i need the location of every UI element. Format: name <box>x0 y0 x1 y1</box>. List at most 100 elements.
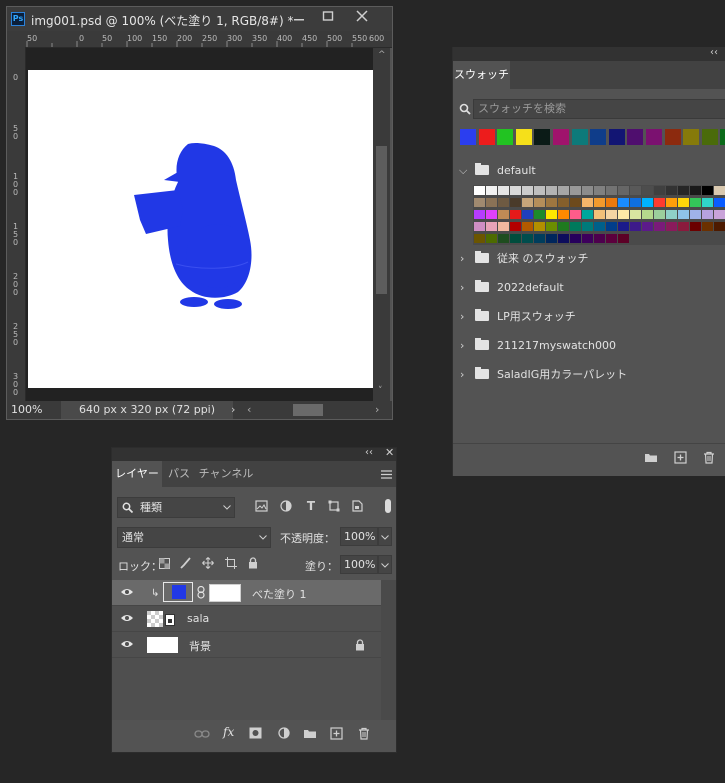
swatch-cell[interactable] <box>690 210 701 219</box>
swatch-cell[interactable] <box>594 198 605 207</box>
swatch-cell[interactable] <box>546 186 557 195</box>
swatch-cell[interactable] <box>498 198 509 207</box>
vertical-scroll-thumb[interactable] <box>376 146 387 294</box>
trash-icon[interactable] <box>703 451 715 464</box>
swatch-cell[interactable] <box>690 222 701 231</box>
scroll-up-icon[interactable]: ^ <box>378 50 386 60</box>
swatch-cell[interactable] <box>474 186 485 195</box>
swatch-cell[interactable] <box>522 198 533 207</box>
swatch-cell[interactable] <box>714 198 725 207</box>
chevron-right-icon[interactable]: › <box>460 244 464 273</box>
link-layers-icon[interactable] <box>194 729 210 739</box>
layer-filter-kind-select[interactable]: 種類 <box>117 497 235 518</box>
layers-scrollbar[interactable] <box>381 580 396 735</box>
layer-name[interactable]: べた塗り 1 <box>252 586 307 602</box>
tab-layers[interactable]: レイヤー <box>112 461 162 487</box>
visibility-eye-icon[interactable] <box>120 587 134 597</box>
document-titlebar[interactable]: Ps img001.psd @ 100% (べた塗り 1, RGB/8#) * <box>7 7 392 31</box>
scroll-right-icon[interactable]: › <box>375 403 379 416</box>
swatch-cell[interactable] <box>534 186 545 195</box>
swatch-cell[interactable] <box>570 234 581 243</box>
swatch-cell[interactable] <box>630 210 641 219</box>
trash-icon[interactable] <box>358 727 370 740</box>
close-button[interactable] <box>347 7 377 31</box>
swatch-cell[interactable] <box>666 198 677 207</box>
vertical-scrollbar[interactable]: ^ ˅ <box>373 48 390 401</box>
swatch-cell[interactable] <box>534 234 545 243</box>
recent-color-swatch[interactable] <box>627 129 644 145</box>
swatch-cell[interactable] <box>678 186 689 195</box>
chevron-right-icon[interactable]: › <box>460 360 464 389</box>
swatch-cell[interactable] <box>678 222 689 231</box>
recent-color-swatch[interactable] <box>478 129 495 145</box>
swatch-cell[interactable] <box>618 198 629 207</box>
swatch-group-lp[interactable]: › LP用スウォッチ <box>453 302 725 331</box>
swatch-cell[interactable] <box>630 198 641 207</box>
swatch-cell[interactable] <box>654 198 665 207</box>
zoom-level[interactable]: 100% <box>11 403 51 417</box>
recent-color-swatch[interactable] <box>571 129 588 145</box>
swatch-cell[interactable] <box>630 186 641 195</box>
swatch-cell[interactable] <box>618 210 629 219</box>
swatch-cell[interactable] <box>594 222 605 231</box>
layer-style-fx-icon[interactable]: fx <box>223 725 234 739</box>
swatch-cell[interactable] <box>558 222 569 231</box>
swatch-cell[interactable] <box>570 222 581 231</box>
layer-name[interactable]: sala <box>187 612 209 625</box>
opacity-dropdown-button[interactable] <box>378 527 392 546</box>
swatch-cell[interactable] <box>594 210 605 219</box>
chevron-right-icon[interactable]: › <box>460 273 464 302</box>
swatch-cell[interactable] <box>678 198 689 207</box>
recent-color-swatch[interactable] <box>608 129 625 145</box>
swatch-cell[interactable] <box>582 210 593 219</box>
info-arrow-icon[interactable]: › <box>231 403 235 416</box>
swatch-cell[interactable] <box>522 234 533 243</box>
collapse-icon[interactable]: ‹‹ <box>710 47 718 58</box>
swatch-cell[interactable] <box>702 210 713 219</box>
swatch-cell[interactable] <box>642 198 653 207</box>
swatch-cell[interactable] <box>534 198 545 207</box>
swatch-cell[interactable] <box>690 198 701 207</box>
swatch-cell[interactable] <box>534 210 545 219</box>
adjustment-layer-icon[interactable] <box>278 727 290 739</box>
new-layer-icon[interactable] <box>330 727 343 740</box>
swatch-cell[interactable] <box>582 198 593 207</box>
scroll-left-icon[interactable]: ‹ <box>247 403 251 416</box>
type-layer-filter-icon[interactable]: T <box>303 499 319 513</box>
layer-mask-thumbnail[interactable] <box>209 584 241 602</box>
new-group-folder-icon[interactable] <box>644 452 658 463</box>
pixel-layer-filter-icon[interactable] <box>255 500 268 512</box>
transparent-thumbnail[interactable] <box>147 611 163 627</box>
new-group-folder-icon[interactable] <box>303 728 317 739</box>
swatch-cell[interactable] <box>558 198 569 207</box>
minimize-button[interactable] <box>284 7 314 31</box>
swatch-cell[interactable] <box>474 210 485 219</box>
document-info[interactable]: 640 px x 320 px (72 ppi) <box>61 401 233 419</box>
swatch-cell[interactable] <box>570 210 581 219</box>
document-canvas[interactable] <box>28 70 373 388</box>
swatch-cell[interactable] <box>606 186 617 195</box>
swatch-cell[interactable] <box>582 186 593 195</box>
fill-dropdown-button[interactable] <box>378 555 392 574</box>
swatch-cell[interactable] <box>498 186 509 195</box>
panel-topstrip[interactable]: ‹‹ ✕ <box>112 446 396 461</box>
swatch-search-input[interactable]: スウォッチを検索 <box>473 99 725 119</box>
visibility-eye-icon[interactable] <box>120 639 134 649</box>
swatch-cell[interactable] <box>702 186 713 195</box>
swatch-cell[interactable] <box>654 186 665 195</box>
swatch-cell[interactable] <box>714 210 725 219</box>
swatch-cell[interactable] <box>618 234 629 243</box>
lock-all-icon[interactable] <box>248 557 258 569</box>
tab-swatches[interactable]: スウォッチ <box>453 61 510 89</box>
swatch-cell[interactable] <box>522 222 533 231</box>
swatch-cell[interactable] <box>594 234 605 243</box>
swatch-cell[interactable] <box>486 210 497 219</box>
new-swatch-icon[interactable] <box>674 451 687 464</box>
swatch-cell[interactable] <box>654 210 665 219</box>
fill-layer-thumbnail[interactable] <box>163 582 193 602</box>
swatch-cell[interactable] <box>546 210 557 219</box>
add-mask-icon[interactable] <box>249 727 262 739</box>
swatch-cell[interactable] <box>486 222 497 231</box>
swatch-cell[interactable] <box>486 186 497 195</box>
smart-object-filter-icon[interactable] <box>352 500 363 512</box>
